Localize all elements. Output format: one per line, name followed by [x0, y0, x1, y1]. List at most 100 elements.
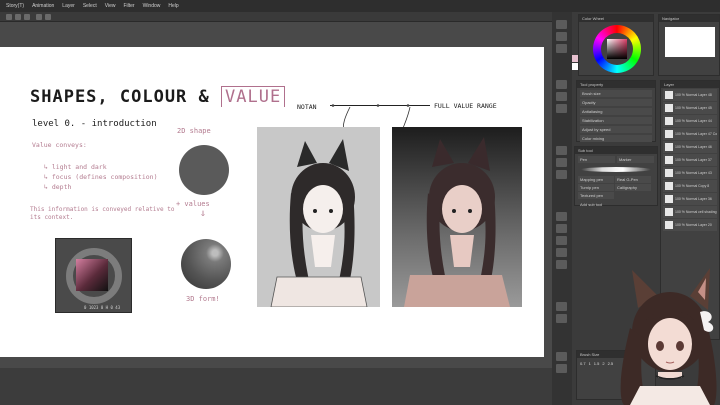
navigator-thumbnail[interactable] [665, 27, 715, 57]
dock-tab-icon[interactable] [556, 146, 567, 155]
brush-stroke-preview[interactable] [581, 167, 651, 172]
label-3d-form: 3D form! [186, 295, 220, 303]
undo-icon[interactable] [36, 14, 42, 20]
menu-help[interactable]: Help [168, 3, 178, 9]
color-wheel-panel: Color Wheel [578, 14, 654, 76]
saturation-square [76, 259, 108, 291]
label-plus-values: + values [176, 200, 210, 208]
menu-select[interactable]: Select [83, 3, 97, 9]
panel-header: Tool property [577, 81, 655, 88]
dock-tab-icon[interactable] [556, 248, 567, 257]
dock-tab-icon[interactable] [556, 170, 567, 179]
conveys-item: ↳ light and dark [44, 163, 107, 171]
subtool-item[interactable]: Real G-Pen [615, 176, 651, 183]
dock-tab-icon[interactable] [556, 364, 567, 373]
adjust-speed-row[interactable]: Adjust by speed [580, 126, 652, 133]
brush-size-option[interactable]: 2 [602, 361, 604, 366]
layer-row[interactable]: 100 % Normal Layer 43 [663, 167, 717, 179]
layer-row[interactable]: 100 % Normal Layer 45 [663, 102, 717, 114]
dock-tab-icon[interactable] [556, 224, 567, 233]
subtool-panel: Sub tool Pen Marker Mapping pen Real G-P… [574, 146, 658, 208]
layer-row[interactable]: 100 % Normal Layer 20 [663, 219, 717, 231]
dock-tab-icon[interactable] [556, 260, 567, 269]
brush-size-option[interactable]: 1 [589, 361, 591, 366]
conveys-item-text: focus (defines composition) [51, 173, 158, 181]
dock-tab-icon[interactable] [556, 302, 567, 311]
antialiasing-row[interactable]: Antialiasing [580, 108, 652, 115]
tab-marker[interactable]: Marker [617, 156, 654, 163]
layer-row[interactable]: 100 % Normal Layer 37 [663, 154, 717, 166]
subtool-item[interactable]: Mapping pen [578, 176, 614, 183]
canvas-page[interactable]: SHAPES, COLOUR & VALUE level 0. - introd… [0, 47, 544, 357]
dock-tab-icon[interactable] [556, 212, 567, 221]
dock-tab-icon[interactable] [556, 158, 567, 167]
page-title: SHAPES, COLOUR & VALUE [30, 86, 286, 107]
tool-property-panel: Tool property Brush size Opacity Antiali… [576, 80, 656, 142]
subtool-item[interactable]: Textured pen [578, 192, 614, 199]
down-arrow-icon: ⇓ [200, 208, 207, 219]
menu-filter[interactable]: Filter [123, 3, 134, 9]
menu-bar: Story(T) Animation Layer Select View Fil… [0, 0, 720, 12]
dock-tab-icon[interactable] [556, 236, 567, 245]
panel-header: Color Wheel [579, 15, 653, 22]
app-window: Story(T) Animation Layer Select View Fil… [0, 0, 720, 405]
subtool-item[interactable]: Calligraphy [615, 184, 651, 191]
notan-character-panel [257, 127, 380, 307]
add-subtool-button[interactable]: Add sub tool [578, 201, 654, 208]
notan-label: NOTAN [297, 103, 317, 111]
conveys-item-text: light and dark [51, 163, 107, 171]
subtool-item[interactable]: Turnip pen [578, 184, 614, 191]
dock-tab-icon[interactable] [556, 32, 567, 41]
canvas-workspace-bottom [0, 368, 552, 405]
brush-size-row[interactable]: Brush size [580, 90, 652, 97]
hue-wheel[interactable] [593, 25, 641, 73]
brush-size-option[interactable]: 0.7 [580, 361, 586, 366]
navigator-panel: Navigator [658, 14, 720, 76]
shaded-sphere [181, 239, 231, 289]
dock-tab-icon[interactable] [556, 80, 567, 89]
layer-row[interactable]: 100 % Normal Layer 44 [663, 115, 717, 127]
layer-row[interactable]: 100 % Normal Layer 46 [663, 141, 717, 153]
dock-tab-icon[interactable] [556, 314, 567, 323]
menu-story[interactable]: Story(T) [6, 3, 24, 9]
title-value-word: VALUE [221, 86, 286, 107]
layer-row[interactable]: 100 % Normal Copy 8 [663, 180, 717, 192]
context-note: This information is conveyed relative to… [30, 206, 175, 221]
layer-row[interactable]: 100 % Normal Layer 48 [663, 89, 717, 101]
new-icon[interactable] [6, 14, 12, 20]
full-value-character-panel [392, 127, 522, 307]
layer-row[interactable]: 100 % Normal Layer 36 [663, 193, 717, 205]
redo-icon[interactable] [45, 14, 51, 20]
label-2d-shape: 2D shape [177, 127, 211, 135]
dock-icon-strip [552, 12, 572, 405]
brush-size-option[interactable]: 1.5 [594, 361, 600, 366]
color-wheel-screenshot: 0 1023 0 H 0 43 [55, 238, 132, 313]
menu-layer[interactable]: Layer [62, 3, 75, 9]
conveys-label: Value conveys: [32, 141, 87, 149]
conveys-item: ↳ depth [44, 183, 72, 191]
tab-pen[interactable]: Pen [578, 156, 615, 163]
flat-circle [179, 145, 229, 195]
panel-header: Layer [661, 81, 719, 88]
layer-row[interactable]: 100 % Normal cell shading [663, 206, 717, 218]
menu-animation[interactable]: Animation [32, 3, 54, 9]
dock-tab-icon[interactable] [556, 44, 567, 53]
dock-tab-icon[interactable] [556, 352, 567, 361]
screenshot-caption: 0 1023 0 H 0 43 [84, 305, 121, 310]
command-bar [0, 12, 552, 22]
menu-view[interactable]: View [105, 3, 116, 9]
save-icon[interactable] [24, 14, 30, 20]
panel-header: Sub tool [575, 147, 657, 154]
saturation-value-square[interactable] [607, 39, 627, 59]
color-mixing-row[interactable]: Color mixing [580, 135, 652, 142]
open-icon[interactable] [15, 14, 21, 20]
dock-tab-icon[interactable] [556, 92, 567, 101]
menu-window[interactable]: Window [143, 3, 161, 9]
dock-tab-icon[interactable] [556, 20, 567, 29]
stabilization-row[interactable]: Stabilization [580, 117, 652, 124]
dock-tab-icon[interactable] [556, 104, 567, 113]
layer-row[interactable]: 100 % Normal Layer 47 Copy [663, 128, 717, 140]
subtitle: level 0. - introduction [32, 119, 157, 129]
full-value-range-label: FULL VALUE RANGE [434, 102, 497, 110]
opacity-row[interactable]: Opacity [580, 99, 652, 106]
